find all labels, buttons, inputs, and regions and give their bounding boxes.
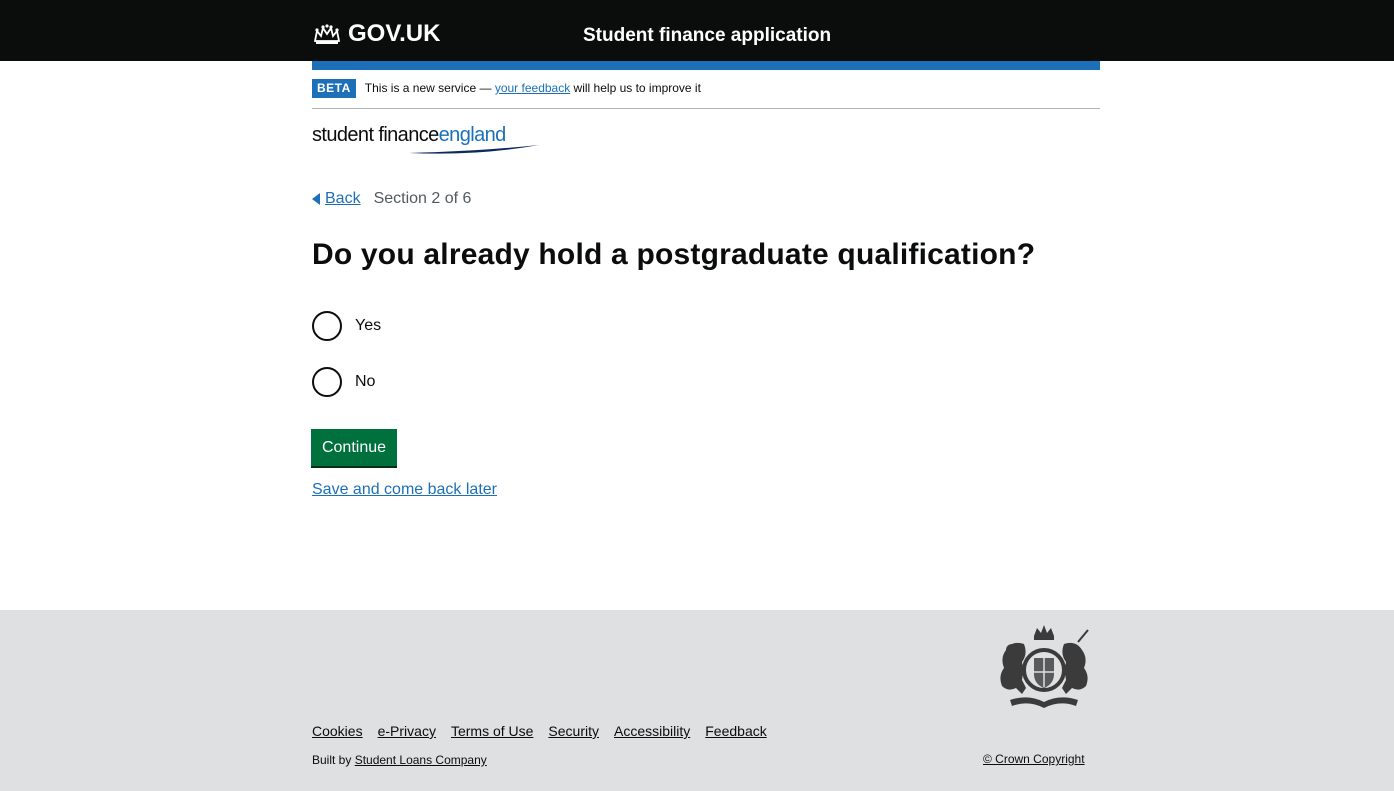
service-name-link[interactable]: Student finance application xyxy=(583,25,831,47)
radio-yes-label[interactable]: Yes xyxy=(355,317,381,335)
phase-text-after: will help us to improve it xyxy=(570,81,701,95)
footer-link-accessibility[interactable]: Accessibility xyxy=(614,723,690,739)
footer-link-eprivacy[interactable]: e-Privacy xyxy=(378,723,436,739)
back-arrow-icon xyxy=(312,193,320,205)
footer-link-terms[interactable]: Terms of Use xyxy=(451,723,533,739)
radio-no-label[interactable]: No xyxy=(355,373,375,391)
back-row: Back Section 2 of 6 xyxy=(312,190,471,208)
built-by-prefix: Built by xyxy=(312,753,355,767)
phase-banner-text: This is a new service — your feedback wi… xyxy=(365,79,701,98)
radio-no-circle[interactable] xyxy=(312,367,342,397)
govuk-header: GOV.UK Student finance application xyxy=(0,0,1394,61)
radio-option-no[interactable]: No xyxy=(312,367,375,397)
feedback-link[interactable]: your feedback xyxy=(495,81,570,95)
footer: Cookies e-Privacy Terms of Use Security … xyxy=(0,610,1394,791)
swoosh-icon xyxy=(409,145,539,154)
footer-link-security[interactable]: Security xyxy=(548,723,599,739)
question-heading: Do you already hold a postgraduate quali… xyxy=(312,238,1036,271)
save-and-come-back-link[interactable]: Save and come back later xyxy=(312,481,497,499)
student-loans-company-link[interactable]: Student Loans Company xyxy=(355,753,487,767)
footer-link-feedback[interactable]: Feedback xyxy=(705,723,766,739)
built-by: Built by Student Loans Company xyxy=(312,753,487,767)
section-counter: Section 2 of 6 xyxy=(373,190,472,207)
radio-yes-circle[interactable] xyxy=(312,311,342,341)
continue-button[interactable]: Continue xyxy=(311,429,397,466)
crown-copyright-link[interactable]: © Crown Copyright xyxy=(983,752,1085,766)
radio-option-yes[interactable]: Yes xyxy=(312,311,381,341)
back-link[interactable]: Back xyxy=(325,190,361,208)
crown-icon xyxy=(313,24,341,44)
footer-links: Cookies e-Privacy Terms of Use Security … xyxy=(312,723,782,739)
phase-banner: BETA This is a new service — your feedba… xyxy=(312,79,1100,109)
royal-coat-of-arms-icon xyxy=(1000,625,1089,708)
sfe-logo: student financeengland xyxy=(312,124,552,160)
phase-text-before: This is a new service — xyxy=(364,81,495,95)
beta-tag: BETA xyxy=(312,79,356,98)
govuk-logo-link[interactable]: GOV.UK xyxy=(312,20,440,48)
header-blue-bar xyxy=(312,61,1100,70)
govuk-logo-text: GOV.UK xyxy=(348,20,441,47)
footer-link-cookies[interactable]: Cookies xyxy=(312,723,363,739)
